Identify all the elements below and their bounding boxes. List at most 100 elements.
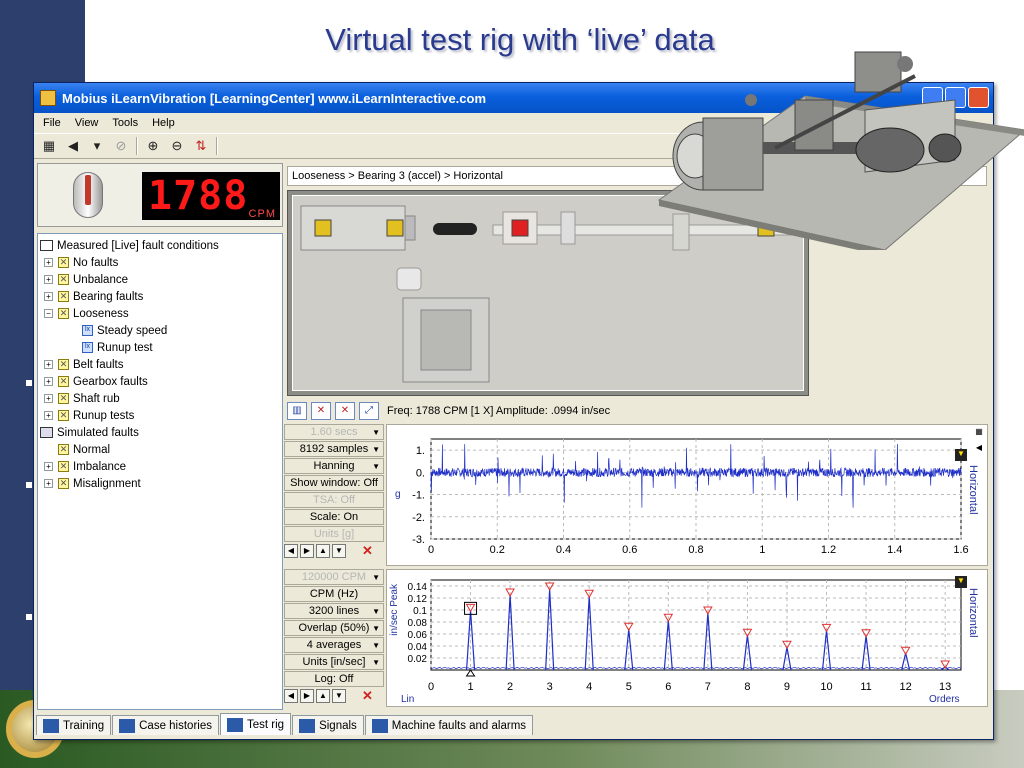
- tree-item[interactable]: + ✕ No faults: [38, 254, 282, 271]
- dropdown-arrow-icon: ▼: [372, 640, 380, 650]
- toolbar-separator: [216, 137, 218, 155]
- tree-item[interactable]: Measured [Live] fault conditions: [38, 237, 282, 254]
- app-icon: [40, 90, 56, 106]
- menu-file[interactable]: File: [38, 115, 66, 131]
- control-button[interactable]: Overlap (50%) ▼: [284, 620, 384, 636]
- control-label: 120000 CPM: [301, 571, 367, 583]
- control-label: 8192 samples: [299, 443, 369, 455]
- tab-training[interactable]: Training: [36, 715, 112, 735]
- control-label: Units [in/sec]: [302, 656, 366, 668]
- expand-icon[interactable]: +: [44, 377, 53, 386]
- control-button[interactable]: Log: Off: [284, 671, 384, 687]
- control-button[interactable]: Units [g]: [284, 526, 384, 542]
- remove-spectrum-icon[interactable]: ✕: [311, 402, 331, 420]
- control-button[interactable]: Hanning ▼: [284, 458, 384, 474]
- expand-icon[interactable]: +: [44, 411, 53, 420]
- dropdown-arrow-icon[interactable]: ▾: [88, 137, 106, 155]
- audio-icon[interactable]: ◀: [973, 443, 985, 455]
- tree-item-label: Bearing faults: [73, 290, 144, 303]
- fault-checkbox-icon: ✕: [58, 274, 69, 285]
- previous-icon[interactable]: ◀: [284, 689, 298, 703]
- next-icon[interactable]: ▶: [300, 544, 314, 558]
- x-tick-label: 6: [665, 681, 671, 693]
- control-button[interactable]: TSA: Off: [284, 492, 384, 508]
- tab-case-histories[interactable]: Case histories: [112, 715, 219, 735]
- speed-knob[interactable]: [73, 172, 103, 218]
- marker-flag-icon[interactable]: ▼: [955, 449, 967, 461]
- expand-icon[interactable]: +: [44, 275, 53, 284]
- tree-item[interactable]: + ✕ Shaft rub: [38, 390, 282, 407]
- dropdown-arrow-icon: ▼: [372, 657, 380, 667]
- x-tick-label: 1.6: [953, 544, 968, 556]
- expand-icon[interactable]: ⤢: [359, 402, 379, 420]
- slide-bullet: [26, 614, 32, 620]
- tree-item[interactable]: + ✕ Unbalance: [38, 271, 282, 288]
- properties-icon[interactable]: ▦: [40, 137, 58, 155]
- speed-value: 1788: [148, 173, 249, 219]
- delete-icon[interactable]: ✕: [362, 688, 373, 704]
- waveform-plot[interactable]: 0 0.2 0.4 0.6 0.8 1 1.2 1.4 1.6 1. 0. -1. -2. -3. g H…: [386, 424, 988, 566]
- control-button[interactable]: Units [in/sec] ▼: [284, 654, 384, 670]
- x-tick-label: 11: [860, 681, 871, 693]
- zoom-in-icon[interactable]: ⊕: [144, 137, 162, 155]
- menu-help[interactable]: Help: [147, 115, 180, 131]
- control-button[interactable]: 120000 CPM ▼: [284, 569, 384, 585]
- control-button[interactable]: Scale: On: [284, 509, 384, 525]
- tree-item[interactable]: ✕ Normal: [38, 441, 282, 458]
- expand-icon[interactable]: +: [44, 258, 53, 267]
- expand-icon[interactable]: +: [44, 394, 53, 403]
- up-icon[interactable]: ▲: [316, 544, 330, 558]
- control-button[interactable]: 3200 lines ▼: [284, 603, 384, 619]
- tree-item[interactable]: + ✕ Gearbox faults: [38, 373, 282, 390]
- control-button[interactable]: Show window: Off: [284, 475, 384, 491]
- control-button[interactable]: 4 averages ▼: [284, 637, 384, 653]
- grid-icon[interactable]: ▦: [973, 427, 985, 439]
- tree-item[interactable]: + ✕ Bearing faults: [38, 288, 282, 305]
- next-icon[interactable]: ▶: [300, 689, 314, 703]
- tab-signals[interactable]: Signals: [292, 715, 364, 735]
- measurement-icon: lx: [82, 325, 93, 336]
- tab-machine-faults-and-alarms[interactable]: Machine faults and alarms: [364, 715, 534, 735]
- expand-icon[interactable]: +: [44, 292, 53, 301]
- expand-icon[interactable]: +: [44, 479, 53, 488]
- tree-item[interactable]: − ✕ Looseness: [38, 305, 282, 322]
- expand-icon[interactable]: +: [44, 462, 53, 471]
- delete-icon[interactable]: ✕: [362, 543, 373, 559]
- menu-view[interactable]: View: [70, 115, 104, 131]
- tree-item[interactable]: + ✕ Belt faults: [38, 356, 282, 373]
- x-tick-label: 4: [586, 681, 592, 693]
- x-tick-label: 0: [428, 681, 434, 693]
- spectrum-icon[interactable]: ▥: [287, 402, 307, 420]
- down-icon[interactable]: ▼: [332, 544, 346, 558]
- dropdown-arrow-icon: ▼: [372, 623, 380, 633]
- control-button[interactable]: 1.60 secs ▼: [284, 424, 384, 440]
- menu-tools[interactable]: Tools: [107, 115, 143, 131]
- zoom-out-icon[interactable]: ⊖: [168, 137, 186, 155]
- tree-item[interactable]: + ✕ Runup tests: [38, 407, 282, 424]
- x-tick-label: 1.4: [887, 544, 902, 556]
- fault-checkbox-icon: ✕: [58, 308, 69, 319]
- y-tick-label: -3.: [412, 534, 425, 546]
- tree-item[interactable]: Simulated faults: [38, 424, 282, 441]
- down-icon[interactable]: ▼: [332, 689, 346, 703]
- tree-item[interactable]: lx Runup test: [38, 339, 282, 356]
- control-button[interactable]: CPM (Hz): [284, 586, 384, 602]
- tab-test-rig[interactable]: Test rig: [220, 713, 292, 735]
- spectrum-plot[interactable]: 0 1 2 3 4 5 6 7 8 9 10 11 12 13 0.14 0.12 0.1 0.08 0.06 0.0…: [386, 569, 988, 707]
- speaker-icon[interactable]: ◀: [64, 137, 82, 155]
- dropdown-arrow-icon: ▼: [372, 606, 380, 616]
- control-button[interactable]: 8192 samples ▼: [284, 441, 384, 457]
- remove-waveform-icon[interactable]: ✕: [335, 402, 355, 420]
- fault-checkbox-icon: ✕: [58, 291, 69, 302]
- tree-item[interactable]: + ✕ Misalignment: [38, 475, 282, 492]
- fault-checkbox-icon: ✕: [58, 257, 69, 268]
- tree-item[interactable]: + ✕ Imbalance: [38, 458, 282, 475]
- sort-icon[interactable]: ⇅: [192, 137, 210, 155]
- up-icon[interactable]: ▲: [316, 689, 330, 703]
- expand-icon[interactable]: +: [44, 360, 53, 369]
- collapse-icon[interactable]: −: [44, 309, 53, 318]
- previous-icon[interactable]: ◀: [284, 544, 298, 558]
- disabled-icon[interactable]: ⊘: [112, 137, 130, 155]
- tree-item[interactable]: lx Steady speed: [38, 322, 282, 339]
- marker-flag-icon[interactable]: ▼: [955, 576, 967, 588]
